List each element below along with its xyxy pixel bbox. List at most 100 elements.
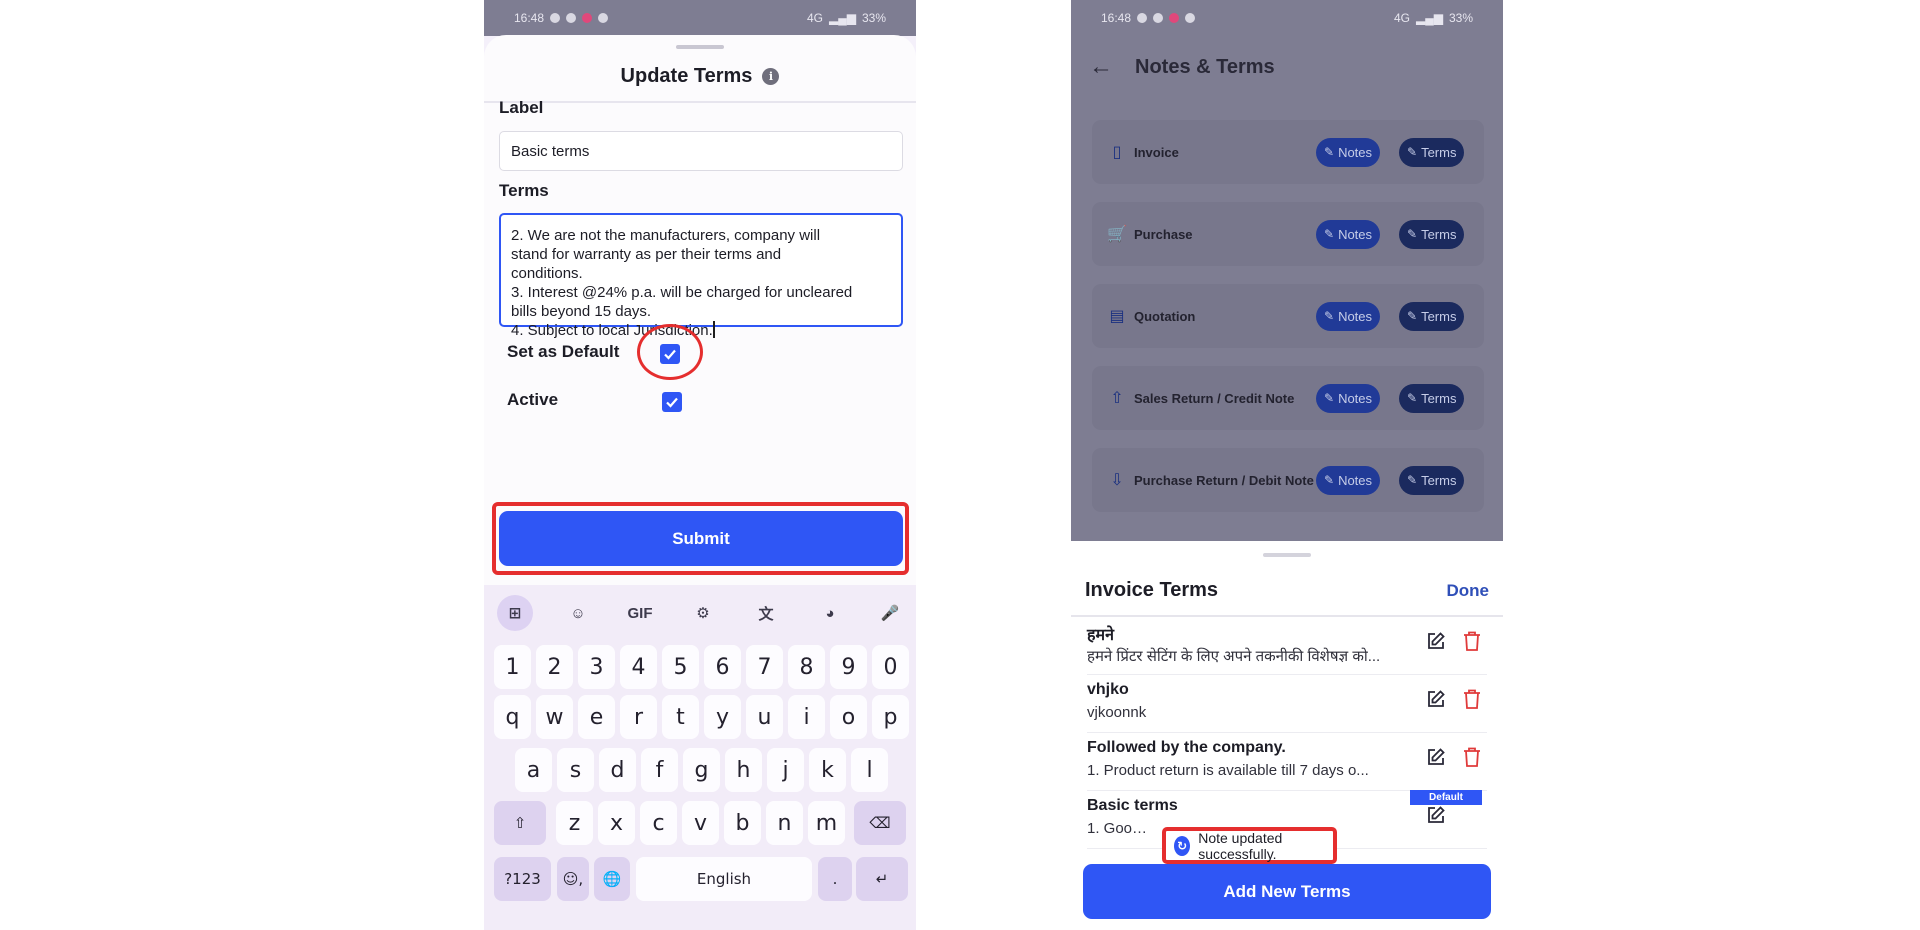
document-card: ▤ Quotation ✎ Notes ✎ Terms xyxy=(1092,284,1484,348)
key-c[interactable]: c xyxy=(640,801,677,845)
key-y[interactable]: y xyxy=(704,695,741,739)
active-checkbox[interactable] xyxy=(662,392,682,412)
key-s[interactable]: s xyxy=(557,748,594,792)
globe-key[interactable]: 🌐 xyxy=(594,857,630,901)
key-h[interactable]: h xyxy=(725,748,762,792)
done-button[interactable]: Done xyxy=(1447,581,1490,601)
key-m[interactable]: m xyxy=(808,801,845,845)
edit-icon[interactable] xyxy=(1426,805,1446,825)
sticker-icon[interactable]: ☺ xyxy=(560,595,596,631)
key-a[interactable]: a xyxy=(515,748,552,792)
palette-icon[interactable]: ◕ xyxy=(812,595,848,631)
edit-icon[interactable] xyxy=(1426,689,1446,709)
key-x[interactable]: x xyxy=(598,801,635,845)
key-d[interactable]: d xyxy=(599,748,636,792)
edit-icon[interactable] xyxy=(1426,631,1446,651)
key-g[interactable]: g xyxy=(683,748,720,792)
label-input[interactable]: Basic terms xyxy=(499,131,903,171)
key-i[interactable]: i xyxy=(788,695,825,739)
key-4[interactable]: 4 xyxy=(620,645,657,689)
text-caret xyxy=(712,321,715,338)
terms-button[interactable]: ✎ Terms xyxy=(1399,301,1465,331)
key-6[interactable]: 6 xyxy=(704,645,741,689)
notes-button[interactable]: ✎ Notes xyxy=(1316,301,1381,331)
notes-label: Notes xyxy=(1338,226,1373,242)
key-w[interactable]: w xyxy=(536,695,573,739)
term-row[interactable]: vhjko vjkoonnk xyxy=(1087,675,1487,733)
key-3[interactable]: 3 xyxy=(578,645,615,689)
translate-icon[interactable]: 文 xyxy=(748,595,784,631)
invoice-icon: ▯ xyxy=(1112,144,1122,161)
terms-label: Terms xyxy=(1421,472,1457,488)
key-f[interactable]: f xyxy=(641,748,678,792)
app-bar: ← Notes & Terms xyxy=(1071,35,1503,99)
terms-line: 3. Interest @24% p.a. will be charged fo… xyxy=(511,284,853,301)
document-card: 🛒 Purchase ✎ Notes ✎ Terms xyxy=(1092,202,1484,266)
period-key[interactable]: . xyxy=(818,857,852,901)
terms-label: Terms xyxy=(1421,144,1457,160)
apps-grid-icon[interactable]: ⊞ xyxy=(497,595,533,631)
submit-button[interactable]: Submit xyxy=(499,511,903,566)
term-name: हमने xyxy=(1087,627,1114,644)
key-o[interactable]: o xyxy=(830,695,867,739)
terms-textarea[interactable]: 2. We are not the manufacturers, company… xyxy=(499,213,903,339)
drag-handle[interactable] xyxy=(1263,553,1311,557)
settings-gear-icon[interactable]: ⚙ xyxy=(685,595,721,631)
network-label: 4G xyxy=(1393,11,1410,25)
notes-button[interactable]: ✎ Notes xyxy=(1316,137,1381,167)
key-n[interactable]: n xyxy=(766,801,803,845)
notes-button[interactable]: ✎ Notes xyxy=(1316,219,1381,249)
key-q[interactable]: q xyxy=(494,695,531,739)
page-title: Notes & Terms xyxy=(1135,55,1275,78)
default-badge: Default xyxy=(1410,790,1482,805)
symbols-key[interactable]: ?123 xyxy=(494,857,551,901)
enter-key[interactable]: ↵ xyxy=(856,857,908,901)
terms-button[interactable]: ✎ Terms xyxy=(1399,465,1465,495)
key-t[interactable]: t xyxy=(662,695,699,739)
term-row[interactable]: Followed by the company. 1. Product retur… xyxy=(1087,733,1487,791)
key-8[interactable]: 8 xyxy=(788,645,825,689)
key-9[interactable]: 9 xyxy=(830,645,867,689)
key-1[interactable]: 1 xyxy=(494,645,531,689)
key-j[interactable]: j xyxy=(767,748,804,792)
location-icon xyxy=(1137,13,1148,23)
key-b[interactable]: b xyxy=(724,801,761,845)
key-7[interactable]: 7 xyxy=(746,645,783,689)
key-r[interactable]: r xyxy=(620,695,657,739)
delete-icon[interactable] xyxy=(1462,746,1482,768)
signal-icon: ▂▄▆ xyxy=(1416,11,1443,25)
notes-button[interactable]: ✎ Notes xyxy=(1316,465,1381,495)
sheet-title: Invoice Terms xyxy=(1085,579,1219,601)
space-bar[interactable]: English xyxy=(636,857,812,901)
info-icon[interactable]: i xyxy=(762,68,780,85)
key-z[interactable]: z xyxy=(556,801,593,845)
key-u[interactable]: u xyxy=(746,695,783,739)
backspace-key[interactable]: ⌫ xyxy=(854,801,906,845)
key-e[interactable]: e xyxy=(578,695,615,739)
terms-button[interactable]: ✎ Terms xyxy=(1399,219,1465,249)
microphone-icon[interactable]: 🎤 xyxy=(872,595,908,631)
delete-icon[interactable] xyxy=(1462,630,1482,652)
terms-button[interactable]: ✎ Terms xyxy=(1399,383,1465,413)
add-new-terms-button[interactable]: Add New Terms xyxy=(1083,864,1491,919)
notes-button[interactable]: ✎ Notes xyxy=(1316,383,1381,413)
term-row[interactable]: हमने हमने प्रिंटर सेटिंग के लिए अपने तकनी… xyxy=(1087,617,1487,675)
gif-button[interactable]: GIF xyxy=(622,595,658,631)
key-5[interactable]: 5 xyxy=(662,645,699,689)
key-v[interactable]: v xyxy=(682,801,719,845)
back-arrow-icon[interactable]: ← xyxy=(1089,53,1113,81)
delete-icon[interactable] xyxy=(1462,688,1482,710)
toast-notification: ↻ Note updated successfully. xyxy=(1162,827,1337,864)
term-name: vhjko xyxy=(1087,681,1129,698)
edit-icon[interactable] xyxy=(1426,747,1446,767)
key-0[interactable]: 0 xyxy=(872,645,909,689)
key-p[interactable]: p xyxy=(872,695,909,739)
label-heading: Label xyxy=(499,98,544,117)
shift-key[interactable]: ⇧ xyxy=(494,801,546,845)
emoji-comma-key[interactable]: ☺, xyxy=(557,857,589,901)
key-2[interactable]: 2 xyxy=(536,645,573,689)
terms-button[interactable]: ✎ Terms xyxy=(1399,137,1465,167)
key-k[interactable]: k xyxy=(809,748,846,792)
key-l[interactable]: l xyxy=(851,748,888,792)
drag-handle[interactable] xyxy=(676,45,724,49)
